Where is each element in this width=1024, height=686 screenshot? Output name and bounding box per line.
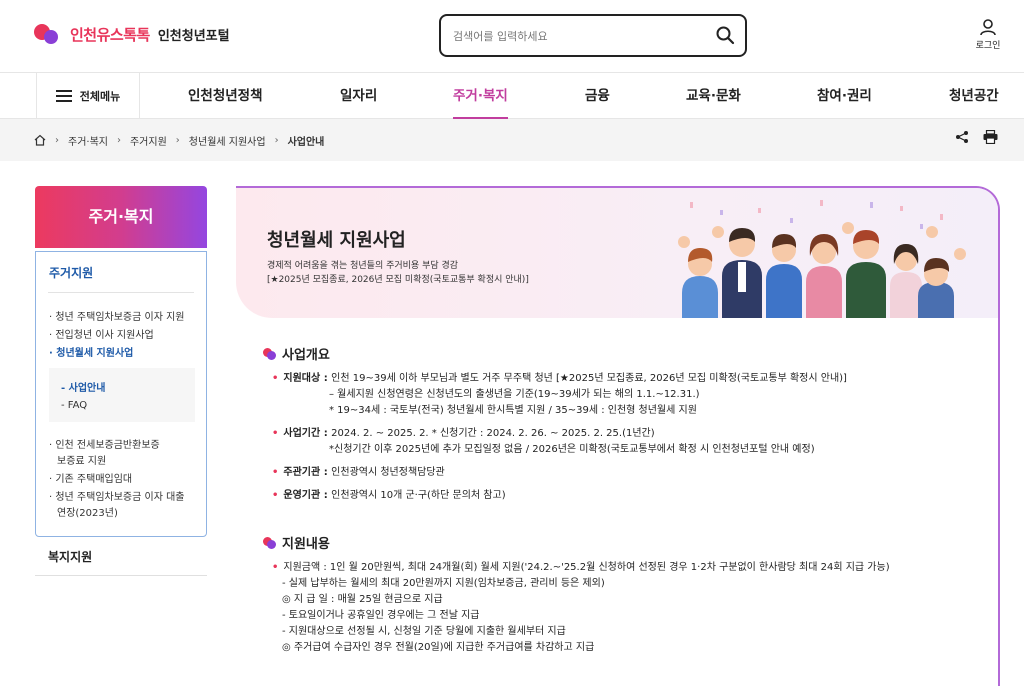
period-value: 2024. 2. ~ 2025. 2. * 신청기간 : 2024. 2. 26…	[331, 428, 655, 439]
overview-operator: • 운영기관 : 인천광역시 10개 군·구(하단 문의처 참고)	[272, 489, 506, 503]
breadcrumb-item[interactable]: 청년월세 지원사업	[189, 133, 266, 148]
page-description: 경제적 어려움을 겪는 청년들의 주거비용 부담 경감	[267, 261, 459, 271]
logo-mark-icon	[34, 22, 64, 46]
section-marker-icon	[263, 536, 276, 549]
overview-period-note: *신청기간 이후 2025년에 추가 모집일정 없음 / 2026년은 미확정(…	[329, 444, 815, 455]
search-box	[439, 14, 747, 57]
logo-subtitle: 인천청년포털	[157, 28, 230, 44]
hamburger-icon	[55, 90, 72, 102]
page-notice: [★2025년 모집종료, 2026년 모집 미확정(국토교통부 확정시 안내)…	[267, 275, 529, 285]
organizer-label: 주관기관 :	[283, 467, 332, 478]
sidebar-divider	[35, 575, 207, 576]
breadcrumb-current: 사업안내	[287, 136, 325, 148]
sidebar-item-loan-extension-cont[interactable]: 연장(2023년)	[49, 506, 199, 522]
bullet-icon: •	[272, 428, 279, 439]
sidebar-item-monthly-rent[interactable]: · 청년월세 지원사업	[49, 346, 199, 362]
search-input[interactable]	[453, 26, 703, 46]
main-navigation: 전체메뉴 인천청년정책 일자리 주거·복지 금융 교육·문화 참여·권리 청년공…	[0, 72, 1024, 120]
sidebar-sub-faq[interactable]: - FAQ	[61, 398, 87, 414]
print-icon[interactable]	[983, 130, 998, 144]
nav-education-culture[interactable]: 교육·문화	[686, 73, 741, 119]
share-icon[interactable]	[955, 130, 969, 144]
support-line: - 실제 납부하는 월세의 최대 20만원까지 지원(임차보증금, 관리비 등은…	[282, 578, 605, 589]
sidebar-submenu: - 사업안내 - FAQ	[49, 368, 195, 422]
sidebar-menu: 주거지원 · 청년 주택임차보증금 이자 지원 · 전입청년 이사 지원사업 ·…	[35, 251, 207, 537]
all-menu-label: 전체메뉴	[79, 90, 121, 103]
nav-jobs[interactable]: 일자리	[340, 73, 377, 119]
breadcrumb-separator: ›	[116, 134, 121, 146]
search-icon[interactable]	[715, 25, 735, 45]
bullet-icon: •	[272, 467, 279, 478]
login-button[interactable]: 로그인	[970, 18, 1006, 51]
breadcrumb: › 주거·복지 › 주거지원 › 청년월세 지원사업 › 사업안내	[34, 119, 324, 161]
target-value: 인천 19~39세 이하 부모님과 별도 거주 무주택 청년 [★2025년 모…	[331, 373, 847, 384]
breadcrumb-item[interactable]: 주거·복지	[68, 133, 108, 148]
page-hero: 청년월세 지원사업 경제적 어려움을 겪는 청년들의 주거비용 부담 경감 [★…	[236, 188, 998, 318]
breadcrumb-separator: ›	[274, 134, 279, 146]
site-logo[interactable]: 인천유스톡톡 인천청년포털	[34, 22, 230, 46]
sidebar-group-housing[interactable]: 주거지원	[49, 264, 93, 281]
page-title: 청년월세 지원사업	[267, 230, 406, 251]
overview-organizer: • 주관기관 : 인천광역시 청년정책담당관	[272, 466, 445, 480]
user-icon	[980, 19, 996, 36]
bullet-icon: •	[272, 373, 279, 384]
bullet-icon: •	[272, 490, 279, 501]
all-menu-button[interactable]: 전체메뉴	[36, 73, 140, 119]
sidebar-title: 주거·복지	[35, 186, 207, 248]
bullet-icon: •	[272, 562, 279, 573]
breadcrumb-separator: ›	[175, 134, 180, 146]
logo-brand: 인천유스톡톡	[70, 25, 150, 44]
sidebar-item-deposit-interest[interactable]: · 청년 주택임차보증금 이자 지원	[49, 310, 199, 326]
operator-value: 인천광역시 10개 군·구(하단 문의처 참고)	[331, 490, 506, 501]
login-label: 로그인	[975, 41, 1001, 51]
nav-youth-policy[interactable]: 인천청년정책	[188, 73, 263, 119]
sidebar-item-purchase-rental[interactable]: · 기존 주택매입임대	[49, 472, 199, 488]
support-line: ◎ 주거급여 수급자인 경우 전월(20일)에 지급한 주거급여를 차감하고 지…	[282, 642, 595, 653]
sidebar-item-moving-support[interactable]: · 전입청년 이사 지원사업	[49, 328, 199, 344]
overview-target-note: * 19~34세 : 국토부(전국) 청년월세 한시특별 지원 / 35~39세…	[329, 405, 697, 416]
support-line: - 토요일이거나 공휴일인 경우에는 그 전날 지급	[282, 610, 480, 621]
sidebar-group-welfare[interactable]: 복지지원	[48, 548, 92, 565]
section-title-overview: 사업개요	[263, 344, 330, 363]
nav-housing-welfare[interactable]: 주거·복지	[453, 73, 508, 120]
overview-target-detail: – 월세지원 신청연령은 신청년도의 출생년을 기준(19~39세가 되는 해의…	[329, 389, 700, 400]
page-tools	[955, 130, 998, 144]
sidebar-item-loan-extension[interactable]: · 청년 주택임차보증금 이자 대출	[49, 490, 199, 506]
section-title-support: 지원내용	[263, 533, 330, 552]
overview-target: • 지원대상 : 인천 19~39세 이하 부모님과 별도 거주 무주택 청년 […	[272, 372, 847, 386]
overview-period: • 사업기간 : 2024. 2. ~ 2025. 2. * 신청기간 : 202…	[272, 427, 655, 441]
home-icon[interactable]	[34, 134, 46, 146]
nav-youth-space[interactable]: 청년공간	[949, 73, 999, 119]
sidebar-divider	[48, 292, 194, 293]
operator-label: 운영기관 :	[283, 490, 332, 501]
section-title-text: 지원내용	[282, 537, 330, 552]
breadcrumb-bar: › 주거·복지 › 주거지원 › 청년월세 지원사업 › 사업안내	[0, 119, 1024, 161]
period-label: 사업기간 :	[283, 428, 332, 439]
site-header: 인천유스톡톡 인천청년포털 로그인	[0, 0, 1024, 72]
section-marker-icon	[263, 347, 276, 360]
sidebar-item-jeonse-guarantee[interactable]: · 인천 전세보증금반환보증	[49, 438, 199, 454]
breadcrumb-item[interactable]: 주거지원	[130, 133, 167, 148]
breadcrumb-separator: ›	[55, 134, 59, 146]
young-people-cheering-illustration	[678, 200, 966, 318]
target-label: 지원대상 :	[283, 373, 332, 384]
support-amount-text: 지원금액 : 1인 월 20만원씩, 최대 24개월(회) 월세 지원('24.…	[283, 562, 890, 573]
support-amount: • 지원금액 : 1인 월 20만원씩, 최대 24개월(회) 월세 지원('24…	[272, 561, 890, 575]
support-line: ◎ 지 급 일 : 매월 25일 현금으로 지급	[282, 594, 443, 605]
sidebar-sub-overview[interactable]: - 사업안내	[61, 381, 105, 397]
sidebar-item-jeonse-guarantee-cont[interactable]: 보증료 지원	[49, 454, 199, 470]
support-line: - 지원대상으로 선정될 시, 신청일 기준 당월에 지출한 월세부터 지급	[282, 626, 566, 637]
section-title-text: 사업개요	[282, 348, 330, 363]
nav-participation-rights[interactable]: 참여·권리	[817, 73, 872, 119]
nav-finance[interactable]: 금융	[585, 73, 610, 119]
organizer-value: 인천광역시 청년정책담당관	[331, 467, 445, 478]
